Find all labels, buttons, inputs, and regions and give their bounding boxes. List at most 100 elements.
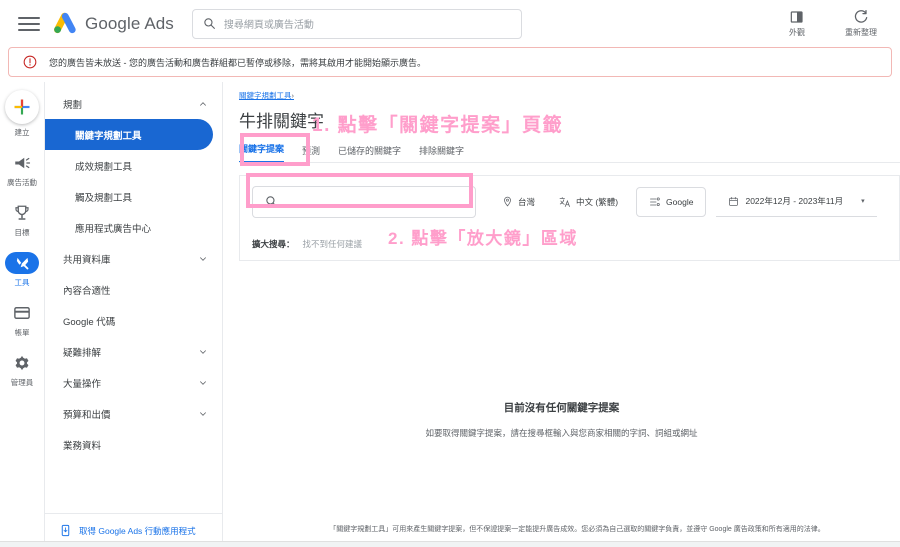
plus-fab-icon	[5, 90, 39, 124]
rail-label-campaigns: 廣告活動	[7, 178, 37, 187]
rail-item-tools[interactable]: 工具	[0, 252, 45, 288]
tab-keyword-ideas-label: 關鍵字提案	[239, 144, 285, 154]
tab-saved-keywords[interactable]: 已儲存的關鍵字	[338, 144, 401, 163]
breadcrumb-chevron: ›	[291, 91, 295, 100]
error-circle-icon	[23, 55, 37, 69]
sidebar-group-planning[interactable]: 規劃	[45, 88, 222, 119]
network-icon	[650, 196, 660, 206]
footer-disclaimer: 「關鍵字規劃工具」可用來產生關鍵字提案，但不保證提案一定能提升廣告成效。您必須為…	[329, 525, 825, 533]
sidebar-item-performance-planner-label: 成效規劃工具	[75, 161, 133, 173]
brand-ads: Ads	[144, 13, 174, 33]
expand-search-value: 找不到任何建議	[302, 238, 363, 249]
trophy-icon	[11, 202, 33, 224]
sidebar-item-google-tag[interactable]: Google 代碼	[45, 305, 222, 336]
global-search-placeholder: 搜尋網頁或廣告活動	[223, 20, 314, 31]
sidebar-group-shared-library-label: 共用資料庫	[63, 254, 111, 266]
appearance-button[interactable]: 外觀	[774, 9, 820, 38]
tab-forecast[interactable]: 預測	[302, 144, 320, 163]
rail-label-goals: 目標	[14, 228, 30, 237]
hamburger-icon[interactable]	[18, 13, 40, 35]
brand-name: Google Ads	[85, 14, 174, 34]
refresh-label: 重新整理	[845, 28, 877, 37]
sidebar-item-performance-planner[interactable]: 成效規劃工具	[45, 150, 222, 181]
sidebar-item-reach-planner-label: 觸及規劃工具	[75, 192, 133, 204]
calendar-icon	[729, 196, 739, 206]
chevron-down-icon	[200, 411, 206, 416]
top-bar: Google Ads 搜尋網頁或廣告活動 外觀 重新整理	[0, 0, 900, 47]
sidebar-item-google-tag-label: Google 代碼	[63, 316, 116, 328]
sidebar-item-keyword-planner[interactable]: 關鍵字規劃工具	[45, 119, 213, 150]
tab-saved-keywords-label: 已儲存的關鍵字	[338, 146, 402, 156]
translate-icon	[559, 196, 570, 207]
main-content: 關鍵字規劃工具› 牛排關鍵字 關鍵字提案 預測 已儲存的關鍵字 排除關鍵字 台灣…	[223, 82, 900, 547]
tab-bar: 關鍵字提案 預測 已儲存的關鍵字 排除關鍵字	[239, 139, 900, 163]
sidebar-group-bulk-actions-label: 大量操作	[63, 378, 102, 390]
rail-item-create[interactable]: 建立	[0, 90, 45, 138]
keyword-search-bar: 台灣 中文 (繁體) Google 2022年12月 - 2023年11月 ▾	[239, 175, 900, 227]
gear-icon	[11, 352, 33, 374]
appearance-label: 外觀	[789, 28, 805, 37]
empty-state-subtitle: 如要取得關鍵字提案，請在搜尋框輸入與您商家相關的字詞、詞組或網址	[425, 428, 698, 438]
chevron-down-icon	[200, 380, 206, 385]
global-search-input[interactable]: 搜尋網頁或廣告活動	[191, 8, 522, 39]
refresh-button[interactable]: 重新整理	[838, 9, 884, 38]
rail-item-billing[interactable]: 帳單	[0, 302, 45, 338]
brand-google: Google	[85, 13, 141, 33]
keyword-search-input[interactable]	[252, 185, 476, 218]
tab-keyword-ideas[interactable]: 關鍵字提案	[239, 142, 285, 163]
sidebar-item-app-ads-hub[interactable]: 應用程式廣告中心	[45, 212, 222, 243]
rail-item-campaigns[interactable]: 廣告活動	[0, 152, 45, 188]
mobile-phone-icon	[61, 524, 70, 537]
chevron-down-icon	[200, 349, 206, 354]
expand-search-row: 擴大搜尋： 找不到任何建議	[239, 227, 900, 261]
sidebar-item-reach-planner[interactable]: 觸及規劃工具	[45, 181, 222, 212]
chevron-down-icon	[200, 256, 206, 261]
location-pin-icon	[504, 196, 511, 207]
bottom-strip	[0, 541, 900, 547]
tools-icon	[5, 252, 39, 274]
google-ads-keyword-planner-page: Google Ads 搜尋網頁或廣告活動 外觀 重新整理 您的廣告皆未放送 - …	[0, 0, 900, 547]
alert-message: 您的廣告皆未放送 - 您的廣告活動和廣告群組都已暫停或移除，需將其啟用才能開始顯…	[49, 57, 427, 68]
breadcrumb[interactable]: 關鍵字規劃工具›	[239, 90, 900, 101]
breadcrumb-label: 關鍵字規劃工具	[239, 91, 292, 100]
date-range-label: 2022年12月 - 2023年11月	[745, 196, 844, 206]
sidebar-item-app-ads-hub-label: 應用程式廣告中心	[75, 223, 152, 235]
sidebar-group-planning-label: 規劃	[63, 99, 83, 111]
sidebar-group-budgets-bidding-label: 預算和出價	[63, 409, 111, 421]
appearance-icon	[790, 11, 803, 23]
sidebar-item-keyword-planner-label: 關鍵字規劃工具	[75, 130, 142, 142]
rail-item-goals[interactable]: 目標	[0, 202, 45, 238]
rail-label-billing: 帳單	[14, 328, 30, 337]
google-ads-logo: Google Ads	[52, 12, 174, 36]
sidebar-item-content-suitability-label: 內容合適性	[63, 285, 111, 297]
sidebar-group-bulk-actions[interactable]: 大量操作	[45, 367, 222, 398]
empty-state-title: 目前沒有任何關鍵字提案	[503, 402, 620, 414]
rail-label-create: 建立	[14, 128, 30, 137]
billing-card-icon	[11, 302, 33, 324]
get-mobile-app-label: 取得 Google Ads 行動應用程式	[79, 525, 196, 536]
sidebar-item-content-suitability[interactable]: 內容合適性	[45, 274, 222, 305]
language-filter[interactable]: 中文 (繁體)	[547, 187, 630, 217]
rail-label-tools: 工具	[14, 278, 30, 287]
ads-triangle-icon	[52, 12, 78, 36]
sidebar-group-budgets-bidding[interactable]: 預算和出價	[45, 398, 222, 429]
empty-state: 目前沒有任何關鍵字提案 如要取得關鍵字提案，請在搜尋框輸入與您商家相關的字詞、詞…	[223, 400, 900, 439]
sidebar-item-business-data[interactable]: 業務資料	[45, 429, 222, 460]
get-mobile-app-link[interactable]: 取得 Google Ads 行動應用程式	[45, 513, 223, 537]
left-rail: 建立 廣告活動 目標 工具 帳單 管理員	[0, 82, 45, 547]
top-bar-actions: 外觀 重新整理	[774, 9, 890, 38]
location-filter[interactable]: 台灣	[490, 187, 547, 217]
sidebar-group-shared-library[interactable]: 共用資料庫	[45, 243, 222, 274]
sidebar-group-troubleshooting[interactable]: 疑難排解	[45, 336, 222, 367]
search-icon	[204, 18, 215, 29]
chevron-down-icon: ▾	[861, 198, 865, 205]
tab-negative-keywords-label: 排除關鍵字	[419, 146, 465, 156]
filter-chips: 台灣 中文 (繁體) Google 2022年12月 - 2023年11月 ▾	[490, 186, 877, 217]
megaphone-icon	[11, 152, 33, 174]
tab-negative-keywords[interactable]: 排除關鍵字	[419, 144, 464, 163]
rail-item-admin[interactable]: 管理員	[0, 352, 45, 388]
date-range-filter[interactable]: 2022年12月 - 2023年11月 ▾	[716, 187, 877, 217]
network-filter-label: Google	[666, 196, 694, 207]
network-filter[interactable]: Google	[636, 186, 707, 217]
language-filter-label: 中文 (繁體)	[576, 196, 619, 207]
